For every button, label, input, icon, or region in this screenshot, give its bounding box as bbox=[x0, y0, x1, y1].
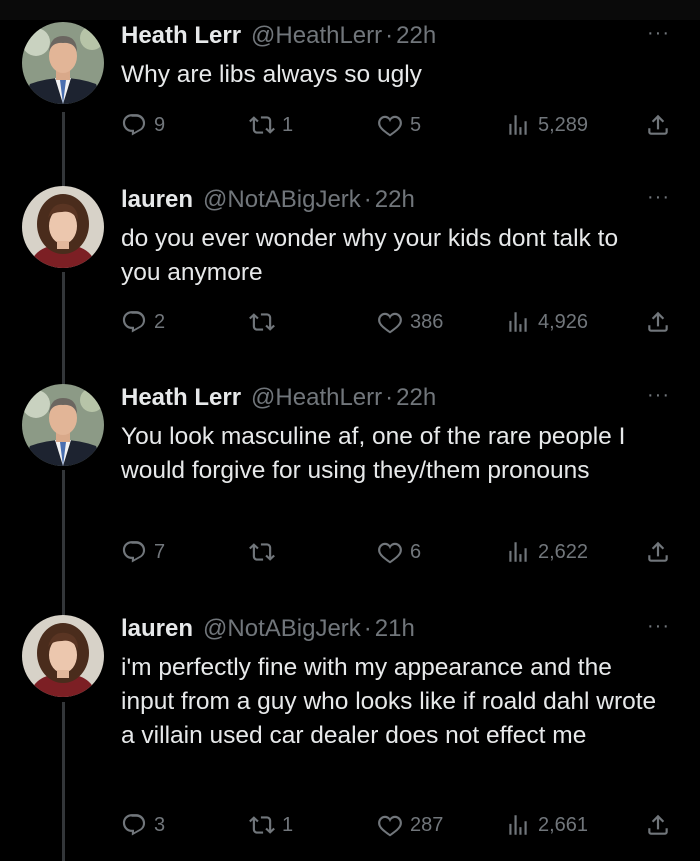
like-count: 5 bbox=[410, 113, 422, 136]
reply-count: 3 bbox=[154, 813, 166, 836]
view-count: 2,622 bbox=[538, 540, 589, 563]
author-handle[interactable]: @HeathLerr bbox=[251, 384, 382, 412]
views-button[interactable]: 2,661 bbox=[505, 810, 588, 840]
like-button[interactable]: 5 bbox=[377, 110, 421, 140]
reply-icon bbox=[122, 541, 146, 563]
reply-count: 7 bbox=[154, 540, 166, 563]
reply-count: 9 bbox=[154, 113, 166, 136]
avatar-photo-man bbox=[22, 22, 104, 104]
view-count: 5,289 bbox=[538, 113, 589, 136]
reply-icon bbox=[122, 114, 146, 136]
retweet-icon bbox=[249, 543, 275, 561]
avatar[interactable] bbox=[22, 186, 104, 268]
heart-icon bbox=[378, 815, 402, 837]
views-icon bbox=[509, 115, 527, 135]
more-icon[interactable]: ··· bbox=[647, 385, 670, 405]
share-button[interactable] bbox=[645, 307, 671, 337]
reply-button[interactable]: 3 bbox=[121, 810, 165, 840]
reply-button[interactable]: 7 bbox=[121, 537, 165, 567]
views-icon bbox=[509, 312, 527, 332]
retweet-count: 1 bbox=[282, 813, 294, 836]
avatar-photo-woman bbox=[22, 615, 104, 697]
tweet[interactable]: Heath Lerr @HeathLerr · 22h ··· Why are … bbox=[0, 22, 700, 152]
retweet-button[interactable] bbox=[249, 537, 282, 567]
tweet-text: Why are libs always so ugly bbox=[121, 61, 422, 88]
like-button[interactable]: 287 bbox=[377, 810, 443, 840]
tweet[interactable]: lauren @NotABigJerk · 21h ··· i'm perfec… bbox=[0, 615, 700, 855]
separator-dot: · bbox=[363, 615, 372, 642]
timestamp[interactable]: 22h bbox=[396, 22, 436, 50]
views-button[interactable]: 2,622 bbox=[505, 537, 588, 567]
tweet-text: You look masculine af, one of the rare p… bbox=[121, 423, 626, 484]
more-icon[interactable]: ··· bbox=[647, 616, 670, 636]
share-button[interactable] bbox=[645, 110, 671, 140]
reply-count: 2 bbox=[154, 310, 166, 333]
reply-button[interactable]: 9 bbox=[121, 110, 165, 140]
separator-dot: · bbox=[385, 22, 394, 49]
avatar[interactable] bbox=[22, 384, 104, 466]
heart-icon bbox=[378, 115, 402, 137]
like-count: 287 bbox=[410, 813, 444, 836]
views-icon bbox=[509, 815, 527, 835]
tweet-text: i'm perfectly fine with my appearance an… bbox=[121, 654, 657, 749]
timestamp[interactable]: 21h bbox=[375, 615, 415, 643]
tweet-text: do you ever wonder why your kids dont ta… bbox=[121, 225, 619, 286]
retweet-icon bbox=[249, 313, 275, 331]
author-handle[interactable]: @NotABigJerk bbox=[203, 615, 361, 643]
views-button[interactable]: 5,289 bbox=[505, 110, 588, 140]
retweet-count: 1 bbox=[282, 113, 294, 136]
view-count: 2,661 bbox=[538, 813, 589, 836]
retweet-button[interactable]: 1 bbox=[249, 110, 293, 140]
tweet[interactable]: lauren @NotABigJerk · 22h ··· do you eve… bbox=[0, 186, 700, 356]
avatar-photo-man bbox=[22, 384, 104, 466]
share-icon bbox=[648, 541, 668, 562]
like-button[interactable]: 386 bbox=[377, 307, 443, 337]
share-button[interactable] bbox=[645, 810, 671, 840]
author-name[interactable]: Heath Lerr bbox=[121, 384, 241, 412]
tweet[interactable]: Heath Lerr @HeathLerr · 22h ··· You look… bbox=[0, 384, 700, 584]
view-count: 4,926 bbox=[538, 310, 589, 333]
views-icon bbox=[509, 542, 527, 562]
retweet-button[interactable] bbox=[249, 307, 282, 337]
more-icon[interactable]: ··· bbox=[647, 187, 670, 207]
heart-icon bbox=[378, 312, 402, 334]
retweet-button[interactable]: 1 bbox=[249, 810, 293, 840]
reply-thread: Heath Lerr @HeathLerr · 22h ··· Why are … bbox=[0, 0, 700, 861]
author-handle[interactable]: @NotABigJerk bbox=[203, 186, 361, 214]
reply-icon bbox=[122, 814, 146, 836]
author-name[interactable]: Heath Lerr bbox=[121, 22, 241, 50]
avatar-photo-woman bbox=[22, 186, 104, 268]
author-name[interactable]: lauren bbox=[121, 615, 193, 643]
reply-icon bbox=[122, 311, 146, 333]
share-icon bbox=[648, 114, 668, 135]
reply-button[interactable]: 2 bbox=[121, 307, 165, 337]
action-bar: 7 6 2,622 bbox=[121, 537, 681, 567]
separator-dot: · bbox=[363, 186, 372, 213]
action-bar: 2 386 4,926 bbox=[121, 307, 681, 337]
like-count: 6 bbox=[410, 540, 422, 563]
share-icon bbox=[648, 311, 668, 332]
heart-icon bbox=[378, 542, 402, 564]
timestamp[interactable]: 22h bbox=[396, 384, 436, 412]
share-button[interactable] bbox=[645, 537, 671, 567]
action-bar: 3 1 287 2,661 bbox=[121, 810, 681, 840]
action-bar: 9 1 5 5,289 bbox=[121, 110, 681, 140]
views-button[interactable]: 4,926 bbox=[505, 307, 588, 337]
retweet-icon bbox=[249, 816, 275, 834]
like-button[interactable]: 6 bbox=[377, 537, 421, 567]
author-name[interactable]: lauren bbox=[121, 186, 193, 214]
timestamp[interactable]: 22h bbox=[375, 186, 415, 214]
author-handle[interactable]: @HeathLerr bbox=[251, 22, 382, 50]
retweet-icon bbox=[249, 116, 275, 134]
like-count: 386 bbox=[410, 310, 444, 333]
avatar[interactable] bbox=[22, 615, 104, 697]
separator-dot: · bbox=[385, 384, 394, 411]
share-icon bbox=[648, 814, 668, 835]
more-icon[interactable]: ··· bbox=[647, 23, 670, 43]
avatar[interactable] bbox=[22, 22, 104, 104]
